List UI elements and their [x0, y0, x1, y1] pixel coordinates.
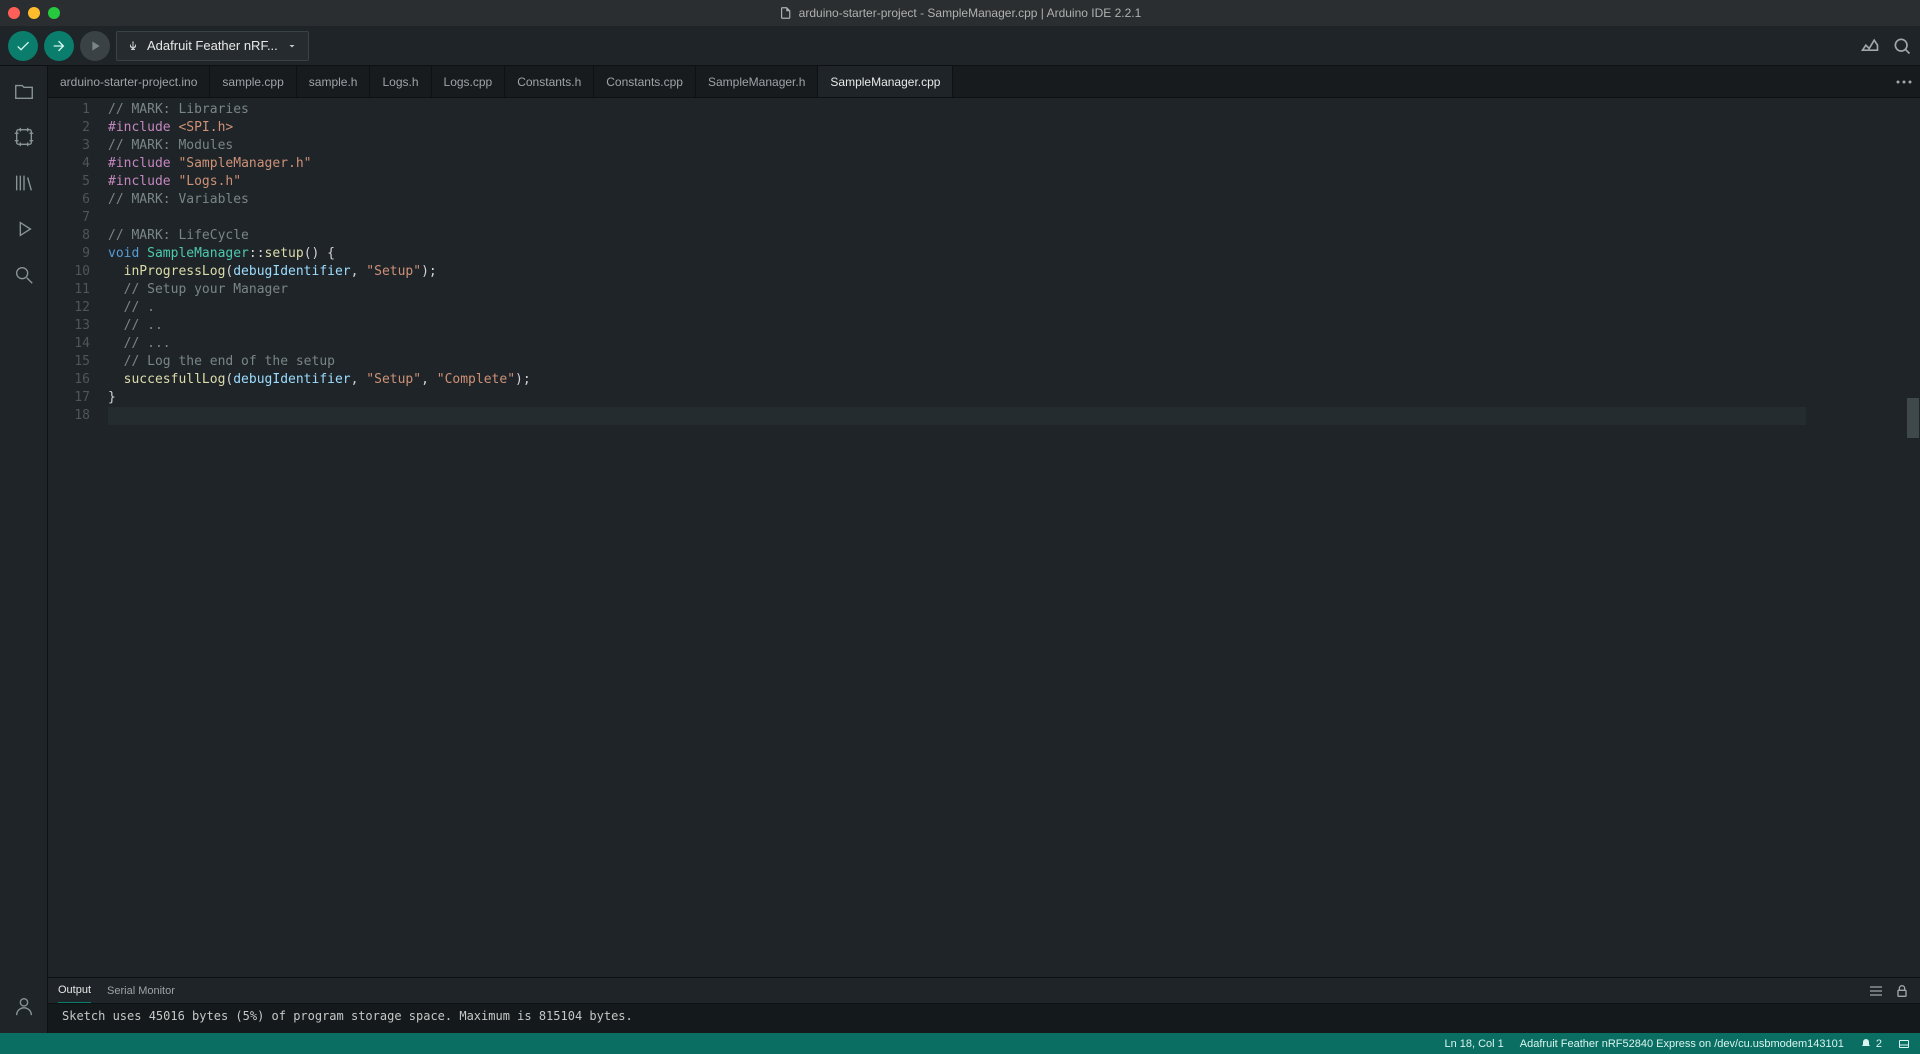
- panel-list-icon[interactable]: [1868, 983, 1884, 999]
- board-selector[interactable]: Adafruit Feather nRF...: [116, 31, 309, 61]
- code-line[interactable]: // MARK: Variables: [108, 191, 1920, 209]
- tab-overflow-button[interactable]: [1888, 66, 1920, 97]
- plotter-icon[interactable]: [1860, 36, 1880, 56]
- line-number: 1: [48, 101, 90, 119]
- debug-play-icon: [87, 38, 103, 54]
- usb-icon: [127, 40, 139, 52]
- board-label: Adafruit Feather nRF...: [147, 38, 278, 53]
- code-line[interactable]: // ..: [108, 317, 1920, 335]
- line-number: 14: [48, 335, 90, 353]
- code-content[interactable]: // MARK: Libraries#include <SPI.h>// MAR…: [108, 98, 1920, 977]
- panel-close-icon: [1898, 1038, 1910, 1050]
- tab-samplemanager-h[interactable]: SampleManager.h: [696, 66, 818, 97]
- scrollbar-track[interactable]: [1906, 98, 1920, 977]
- window-close[interactable]: [8, 7, 20, 19]
- line-number: 13: [48, 317, 90, 335]
- code-line[interactable]: // MARK: Libraries: [108, 101, 1920, 119]
- boards-manager-icon[interactable]: [11, 124, 37, 150]
- window-maximize[interactable]: [48, 7, 60, 19]
- code-line[interactable]: [108, 209, 1920, 227]
- code-line[interactable]: }: [108, 389, 1920, 407]
- code-line[interactable]: #include "SampleManager.h": [108, 155, 1920, 173]
- tab-constants-h[interactable]: Constants.h: [505, 66, 594, 97]
- toolbar: Adafruit Feather nRF...: [0, 26, 1920, 66]
- output-body[interactable]: Sketch uses 45016 bytes (5%) of program …: [48, 1004, 1920, 1033]
- tab-sample-h[interactable]: sample.h: [297, 66, 371, 97]
- bottom-panel: Output Serial Monitor Sketch uses 45016 b…: [48, 977, 1920, 1033]
- code-line[interactable]: // Log the end of the setup: [108, 353, 1920, 371]
- code-line[interactable]: // .: [108, 299, 1920, 317]
- code-line[interactable]: #include "Logs.h": [108, 173, 1920, 191]
- line-number: 15: [48, 353, 90, 371]
- search-icon[interactable]: [11, 262, 37, 288]
- status-cursor[interactable]: Ln 18, Col 1: [1444, 1038, 1503, 1050]
- line-number: 4: [48, 155, 90, 173]
- panel-tab-bar: Output Serial Monitor: [48, 978, 1920, 1004]
- status-board[interactable]: Adafruit Feather nRF52840 Express on /de…: [1520, 1038, 1844, 1050]
- debug-panel-icon[interactable]: [11, 216, 37, 242]
- code-line[interactable]: #include <SPI.h>: [108, 119, 1920, 137]
- upload-button[interactable]: [44, 31, 74, 61]
- tab-sample-cpp[interactable]: sample.cpp: [210, 66, 296, 97]
- line-number: 17: [48, 389, 90, 407]
- minimap[interactable]: [1806, 98, 1906, 977]
- code-line[interactable]: [108, 407, 1920, 425]
- line-number: 12: [48, 299, 90, 317]
- code-editor[interactable]: 123456789101112131415161718 // MARK: Lib…: [48, 98, 1920, 977]
- tab-samplemanager-cpp[interactable]: SampleManager.cpp: [818, 66, 953, 97]
- line-number: 3: [48, 137, 90, 155]
- code-line[interactable]: // MARK: LifeCycle: [108, 227, 1920, 245]
- bell-icon: [1860, 1038, 1872, 1050]
- arrow-right-icon: [51, 38, 67, 54]
- window-minimize[interactable]: [28, 7, 40, 19]
- code-line[interactable]: // Setup your Manager: [108, 281, 1920, 299]
- line-number: 2: [48, 119, 90, 137]
- file-icon: [779, 6, 793, 20]
- activity-bar: [0, 66, 48, 1033]
- window-title: arduino-starter-project - SampleManager.…: [779, 6, 1142, 20]
- line-number: 7: [48, 209, 90, 227]
- tab-arduino-starter-project-ino[interactable]: arduino-starter-project.ino: [48, 66, 210, 97]
- notification-count: 2: [1876, 1038, 1882, 1050]
- window-title-text: arduino-starter-project - SampleManager.…: [799, 6, 1142, 20]
- library-manager-icon[interactable]: [11, 170, 37, 196]
- line-number: 6: [48, 191, 90, 209]
- panel-tab-serial-monitor[interactable]: Serial Monitor: [107, 979, 175, 1003]
- panel-lock-icon[interactable]: [1894, 983, 1910, 999]
- tab-bar: arduino-starter-project.inosample.cppsam…: [48, 66, 1920, 98]
- serial-monitor-icon[interactable]: [1892, 36, 1912, 56]
- status-notifications[interactable]: 2: [1860, 1038, 1882, 1050]
- code-line[interactable]: inProgressLog(debugIdentifier, "Setup");: [108, 263, 1920, 281]
- titlebar: arduino-starter-project - SampleManager.…: [0, 0, 1920, 26]
- line-number: 18: [48, 407, 90, 425]
- line-number: 16: [48, 371, 90, 389]
- traffic-lights: [8, 7, 60, 19]
- line-number: 11: [48, 281, 90, 299]
- output-text: Sketch uses 45016 bytes (5%) of program …: [62, 1009, 633, 1023]
- tab-logs-cpp[interactable]: Logs.cpp: [432, 66, 506, 97]
- debug-button[interactable]: [80, 31, 110, 61]
- line-number: 9: [48, 245, 90, 263]
- scrollbar-thumb[interactable]: [1907, 398, 1919, 438]
- code-line[interactable]: void SampleManager::setup() {: [108, 245, 1920, 263]
- code-line[interactable]: succesfullLog(debugIdentifier, "Setup", …: [108, 371, 1920, 389]
- line-number: 5: [48, 173, 90, 191]
- check-icon: [15, 38, 31, 54]
- line-number: 8: [48, 227, 90, 245]
- status-bar: Ln 18, Col 1 Adafruit Feather nRF52840 E…: [0, 1033, 1920, 1054]
- verify-button[interactable]: [8, 31, 38, 61]
- code-line[interactable]: // ...: [108, 335, 1920, 353]
- sketchbook-icon[interactable]: [11, 78, 37, 104]
- panel-tab-output[interactable]: Output: [58, 978, 91, 1003]
- chevron-down-icon: [286, 40, 298, 52]
- tab-constants-cpp[interactable]: Constants.cpp: [594, 66, 696, 97]
- code-line[interactable]: // MARK: Modules: [108, 137, 1920, 155]
- tab-logs-h[interactable]: Logs.h: [370, 66, 431, 97]
- status-close-panel[interactable]: [1898, 1038, 1910, 1050]
- line-number: 10: [48, 263, 90, 281]
- line-gutter: 123456789101112131415161718: [48, 98, 108, 977]
- account-icon[interactable]: [11, 993, 37, 1019]
